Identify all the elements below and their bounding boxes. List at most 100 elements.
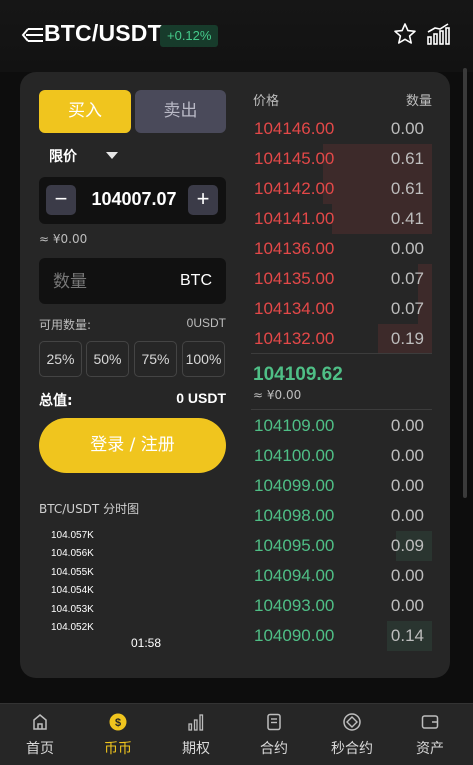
nav-item-options[interactable]: 期权	[157, 704, 235, 765]
ask-row[interactable]: 104134.00 0.07	[251, 294, 432, 324]
bid-price: 104094.00	[254, 566, 335, 585]
home-icon	[33, 714, 47, 730]
bid-row[interactable]: 104099.00 0.00	[251, 471, 432, 501]
bid-price: 104099.00	[254, 476, 335, 495]
mini-chart-tick: 104.055K	[51, 567, 94, 578]
ask-price: 104135.00	[254, 269, 335, 288]
nav-item-second-contract[interactable]: 秒合约	[313, 704, 391, 765]
mini-chart-tick: 104.056K	[51, 548, 94, 559]
bid-qty: 0.09	[390, 536, 424, 555]
bid-row[interactable]: 104095.00 0.09	[251, 531, 432, 561]
bid-price: 104109.00	[254, 416, 335, 435]
bid-price: 104098.00	[254, 506, 335, 525]
ask-row[interactable]: 104141.00 0.41	[251, 204, 432, 234]
bid-row[interactable]: 104094.00 0.00	[251, 561, 432, 591]
quantity-field: BTC	[39, 258, 226, 304]
nav-item-contract[interactable]: 合约	[235, 704, 313, 765]
ask-row[interactable]: 104142.00 0.61	[251, 174, 432, 204]
bid-qty: 0.00	[390, 596, 424, 615]
nav-item-coin[interactable]: $ 币币	[79, 704, 157, 765]
ask-price: 104146.00	[254, 119, 335, 138]
change-badge: +0.12%	[160, 25, 219, 47]
mini-chart-tick: 104.054K	[51, 585, 94, 596]
ask-price: 104145.00	[254, 149, 335, 168]
coin-icon: $	[109, 713, 127, 731]
bottom-nav: 首页 $ 币币 期权 合约 秒合约 资产	[0, 703, 473, 765]
price-decrease-button[interactable]: −	[46, 185, 76, 215]
last-price: 104109.62	[253, 364, 343, 385]
price-increase-button[interactable]: +	[188, 185, 218, 215]
buy-tab-button[interactable]: 买入	[39, 90, 131, 133]
nav-label: 币币	[104, 741, 132, 757]
svg-text:$: $	[115, 717, 121, 729]
chevron-down-icon[interactable]	[106, 152, 118, 159]
quantity-unit: BTC	[180, 272, 212, 289]
bid-row[interactable]: 104100.00 0.00	[251, 441, 432, 471]
contract-icon	[267, 713, 281, 731]
ask-qty: 0.19	[390, 329, 424, 348]
bid-row[interactable]: 104090.00 0.14	[251, 621, 432, 651]
bid-row[interactable]: 104098.00 0.00	[251, 501, 432, 531]
nav-label: 合约	[260, 741, 288, 757]
kline-chart-icon[interactable]	[426, 22, 450, 46]
scrollbar[interactable]	[463, 68, 467, 498]
ask-row[interactable]: 104146.00 0.00	[251, 114, 432, 144]
bid-price: 104090.00	[254, 626, 335, 645]
back-menu-icon[interactable]	[21, 24, 43, 46]
bid-row[interactable]: 104093.00 0.00	[251, 591, 432, 621]
bid-qty: 0.00	[390, 506, 424, 525]
available-value: 0USDT	[186, 316, 226, 330]
second-contract-icon	[343, 713, 361, 731]
ask-row[interactable]: 104136.00 0.00	[251, 234, 432, 264]
nav-label: 期权	[182, 741, 210, 757]
orderbook-price-header: 价格	[253, 94, 280, 109]
percent-25-button[interactable]: 25%	[39, 341, 82, 377]
bid-price: 104095.00	[254, 536, 335, 555]
bid-qty: 0.00	[390, 476, 424, 495]
total-value: 0 USDT	[176, 390, 226, 406]
bid-row[interactable]: 104109.00 0.00	[251, 411, 432, 441]
ask-price: 104142.00	[254, 179, 335, 198]
orderbook-divider	[251, 353, 432, 354]
ask-price: 104141.00	[254, 209, 335, 228]
percent-75-button[interactable]: 75%	[134, 341, 177, 377]
bid-qty: 0.00	[390, 416, 424, 435]
sell-tab-button[interactable]: 卖出	[135, 90, 226, 133]
price-input[interactable]: 104007.07	[86, 189, 182, 210]
ask-qty: 0.07	[390, 299, 424, 318]
ask-row[interactable]: 104145.00 0.61	[251, 144, 432, 174]
mini-chart-tick: 104.052K	[51, 622, 94, 633]
mini-chart-time: 01:58	[131, 636, 162, 650]
percent-50-button[interactable]: 50%	[86, 341, 129, 377]
ask-qty: 0.00	[390, 239, 424, 258]
bid-qty: 0.00	[390, 446, 424, 465]
bid-price: 104100.00	[254, 446, 335, 465]
nav-item-assets[interactable]: 资产	[391, 704, 469, 765]
star-icon[interactable]	[393, 22, 417, 46]
ask-qty: 0.61	[390, 149, 424, 168]
ask-qty: 0.61	[390, 179, 424, 198]
ask-row[interactable]: 104135.00 0.07	[251, 264, 432, 294]
mini-chart-tick: 104.057K	[51, 530, 94, 541]
top-bar: BTC/USDT +0.12%	[0, 0, 473, 72]
orderbook-divider	[251, 409, 432, 410]
nav-item-home[interactable]: 首页	[1, 704, 79, 765]
bid-price: 104093.00	[254, 596, 335, 615]
order-type-select[interactable]: 限价	[49, 146, 77, 166]
pair-title[interactable]: BTC/USDT	[44, 20, 162, 47]
ask-price: 104134.00	[254, 299, 335, 318]
ask-qty: 0.41	[390, 209, 424, 228]
nav-label: 资产	[416, 741, 444, 757]
ask-qty: 0.00	[390, 119, 424, 138]
quantity-input[interactable]	[53, 270, 163, 294]
ask-row[interactable]: 104132.00 0.19	[251, 324, 432, 354]
mini-chart-title: BTC/USDT 分时图	[39, 502, 140, 516]
nav-label: 秒合约	[331, 741, 373, 757]
ask-price: 104132.00	[254, 329, 335, 348]
options-icon	[188, 714, 204, 731]
percent-100-button[interactable]: 100%	[182, 341, 225, 377]
orderbook-qty-header: 数量	[406, 94, 433, 109]
price-approx-value: ≈ ¥0.00	[39, 232, 88, 246]
nav-label: 首页	[26, 741, 54, 757]
login-register-button[interactable]: 登录 / 注册	[39, 418, 226, 473]
